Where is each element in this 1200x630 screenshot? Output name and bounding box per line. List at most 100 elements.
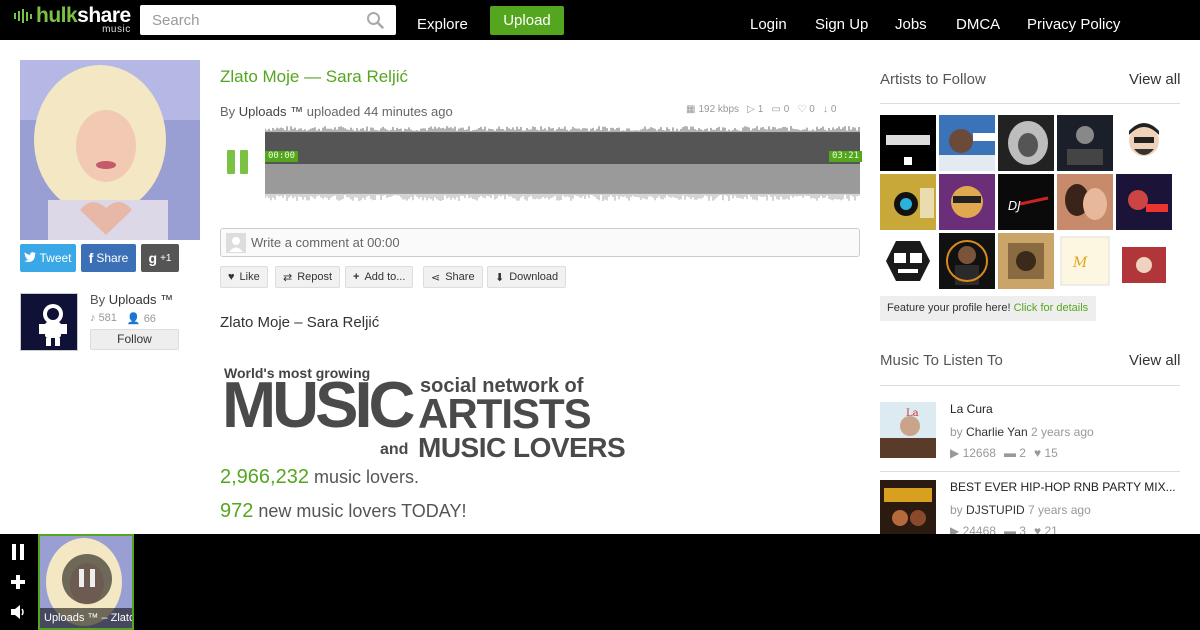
comment-input[interactable] [251,229,851,256]
pause-icon [226,150,235,174]
artist-tile[interactable] [998,233,1054,289]
artists-to-follow-title: Artists to Follow [880,71,986,88]
music-item-stats: ▶ 12668 ▬ 2 ♥ 15 [950,446,1058,460]
top-navigation-bar: hulkshare music Explore Upload Login Sig… [0,0,1200,40]
logo-subtitle: music [102,24,131,35]
player-add-icon[interactable] [10,574,26,590]
artist-tile[interactable] [939,233,995,289]
share-icon: ⋖ [431,271,441,284]
player-pause-icon[interactable] [10,544,26,560]
download-label: Download [509,271,559,283]
facebook-share-button[interactable]: f Share [81,244,136,272]
artist-tile[interactable]: M [1057,233,1113,289]
uploader-avatar[interactable] [20,293,78,351]
hulkshare-logo[interactable]: hulkshare music [14,5,131,35]
artist-tile[interactable] [1057,115,1113,171]
svg-text:La: La [906,408,919,419]
uploader-byline: By Uploads ™ [90,292,173,307]
feature-profile-banner: Feature your profile here! Click for det… [880,296,1096,321]
music-item-title[interactable]: La Cura [950,402,993,416]
new-lovers-number: 972 [220,500,254,522]
artist-tile[interactable] [880,233,936,289]
music-item-user[interactable]: Charlie Yan [966,425,1028,439]
artist-tile[interactable] [939,115,995,171]
artist-tile[interactable] [1116,115,1172,171]
artist-tile[interactable] [939,174,995,230]
artist-grid: DJ M [880,115,1180,289]
now-playing-pause-button[interactable] [62,554,112,604]
feature-details-link[interactable]: Click for details [1014,302,1089,314]
artist-tile[interactable] [1057,174,1113,230]
download-button[interactable]: ⬇ Download [487,266,567,288]
google-plus-button[interactable]: g +1 [141,244,179,272]
google-plus-icon: g [148,250,158,266]
now-playing-caption: Uploads ™ – Zlato Moje — Sara Reljić [40,608,132,628]
facebook-share-label: Share [96,251,129,265]
plays-icon: ▷ [747,104,755,115]
music-view-all-link[interactable]: View all [1129,352,1180,369]
tweet-button[interactable]: Tweet [20,244,76,272]
artist-tile[interactable] [880,174,936,230]
share-button[interactable]: ⋖ Share [423,266,483,288]
promo-and: and [380,441,409,458]
current-time: 00:00 [265,151,299,162]
upload-button[interactable]: Upload [490,6,564,35]
divider [880,385,1180,386]
plus-one-label: +1 [160,252,172,264]
music-item-title[interactable]: BEST EVER HIP-HOP RNB PARTY MIX... [950,480,1176,494]
artist-tile[interactable] [1116,233,1172,289]
repost-label: Repost [297,271,333,283]
track-cover-image [20,60,200,240]
uploader-follower-count: 66 [143,313,156,325]
add-to-button[interactable]: + Add to... [345,266,414,288]
music-item-by: by [950,503,963,517]
artist-tile[interactable] [998,115,1054,171]
search-icon[interactable] [366,11,384,29]
tweet-label: Tweet [39,251,72,265]
music-item-user[interactable]: DJSTUPID [966,503,1025,517]
bottom-player: Uploads ™ – Zlato Moje — Sara Reljić [0,534,1200,630]
artist-tile[interactable]: DJ [998,174,1054,230]
comment-box [220,228,860,257]
uploader-by-label: By [90,292,106,307]
heart-icon: ♡ [797,104,807,115]
now-playing-thumb[interactable]: Uploads ™ – Zlato Moje — Sara Reljić [38,534,134,630]
music-item-ago: 2 years ago [1030,425,1094,439]
nav-explore[interactable]: Explore [417,16,468,33]
music-item-thumb[interactable]: La [880,402,936,458]
like-button[interactable]: ♥ Like [220,266,268,288]
pause-button[interactable] [224,150,250,176]
artist-tile[interactable] [880,115,936,171]
nav-jobs[interactable]: Jobs [895,16,927,33]
comments-icon: ▭ [771,104,781,115]
music-item-plays: 12668 [962,446,996,460]
promo-music-lovers: MUSIC LOVERS [418,432,626,463]
nav-privacy-policy[interactable]: Privacy Policy [1027,16,1120,33]
music-note-icon: ♪ [90,312,96,324]
repost-button[interactable]: ⇄ Repost [275,266,341,288]
artists-view-all-link[interactable]: View all [1129,71,1180,88]
user-icon: 👤 [126,313,141,325]
nav-signup[interactable]: Sign Up [815,16,868,33]
volume-icon[interactable] [10,604,26,620]
nav-login[interactable]: Login [750,16,787,33]
artist-tile[interactable] [1116,174,1172,230]
bitrate-value: 192 kbps [698,104,740,115]
feature-text: Feature your profile here! [887,302,1011,314]
search-input[interactable] [140,5,355,35]
download-icon: ⬇ [495,271,505,284]
follow-button[interactable]: Follow [90,329,179,350]
track-uploader-link[interactable]: Uploads ™ [239,104,303,119]
uploader-name[interactable]: Uploads ™ [109,292,173,307]
nav-dmca[interactable]: DMCA [956,16,1000,33]
waveform-seekbar[interactable] [265,126,860,202]
music-lovers-label: music lovers. [314,467,420,487]
music-item-thumb[interactable] [880,480,936,536]
comments-count: 0 [783,104,790,115]
music-item-ago: 7 years ago [1028,503,1091,517]
bitrate-icon: ▦ [686,104,696,115]
equalizer-logo-icon [14,5,32,27]
twitter-icon [24,251,37,265]
track-title: Zlato Moje — Sara Reljić [220,67,409,86]
facebook-icon: f [88,250,94,266]
